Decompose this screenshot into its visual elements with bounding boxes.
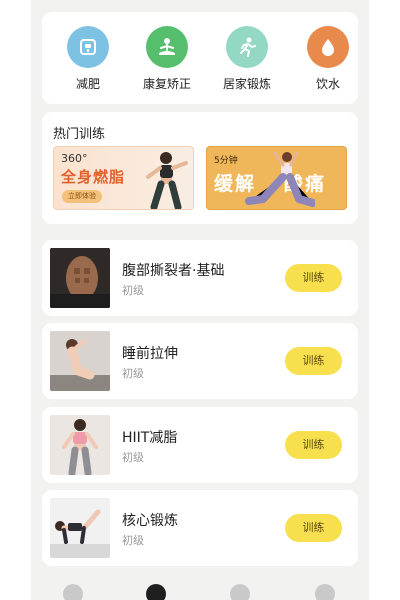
scale-icon (67, 26, 109, 68)
workout-level: 初级 (122, 534, 144, 547)
meditation-icon (146, 26, 188, 68)
category-home-workout[interactable]: 居家锻炼 (213, 26, 281, 92)
banner-full-body-fat-burn[interactable]: 360° 全身燃脂 立即体验 (53, 146, 194, 210)
banner-subtitle: 360° (61, 152, 88, 165)
workout-item[interactable]: 核心锻炼 初级 训练 (42, 490, 358, 566)
category-label: 减肥 (75, 77, 100, 91)
hot-training-card: 热门训练 360° 全身燃脂 立即体验 5分钟 缓解 酸痛 (42, 112, 358, 224)
train-button[interactable]: 训练 (285, 431, 342, 459)
workout-item[interactable]: 睡前拉伸 初级 训练 (42, 323, 358, 399)
workout-thumbnail (50, 498, 110, 558)
workout-name: 核心锻炼 (122, 513, 178, 529)
category-label: 康复矫正 (142, 77, 191, 91)
category-weight-loss[interactable]: 减肥 (54, 26, 122, 92)
workout-thumbnail (50, 331, 110, 391)
category-card: 减肥 康复矫正 居家锻炼 饮水 (42, 12, 358, 104)
banner-relieve-soreness[interactable]: 5分钟 缓解 酸痛 (206, 146, 347, 210)
running-icon (226, 26, 268, 68)
bottom-nav (31, 578, 369, 600)
banner-title: 全身燃脂 (61, 168, 126, 186)
banner-subtitle: 5分钟 (214, 156, 238, 166)
train-button[interactable]: 训练 (285, 514, 342, 542)
training-icon[interactable] (146, 584, 166, 600)
athlete-figure (146, 152, 188, 209)
home-icon[interactable] (63, 584, 83, 600)
workout-level: 初级 (122, 367, 144, 380)
profile-icon[interactable] (315, 584, 335, 600)
category-rehab[interactable]: 康复矫正 (133, 26, 201, 92)
section-title: 热门训练 (53, 127, 106, 142)
app-screen: 减肥 康复矫正 居家锻炼 饮水 热门训练 360° 全身燃脂 立即体验 5分钟 … (31, 0, 369, 600)
workout-level: 初级 (122, 451, 144, 464)
workout-thumbnail (50, 248, 110, 308)
workout-name: 腹部撕裂者·基础 (122, 263, 225, 279)
water-drop-icon (307, 26, 349, 68)
workout-thumbnail (50, 415, 110, 475)
workout-item[interactable]: 腹部撕裂者·基础 初级 训练 (42, 240, 358, 316)
workout-name: HIIT减脂 (122, 430, 178, 446)
location-icon[interactable] (230, 584, 250, 600)
stretching-figure (245, 151, 315, 207)
category-water[interactable]: 饮水 (294, 26, 362, 92)
train-button[interactable]: 训练 (285, 347, 342, 375)
train-button[interactable]: 训练 (285, 264, 342, 292)
category-label: 居家锻炼 (222, 77, 271, 91)
workout-item[interactable]: HIIT减脂 初级 训练 (42, 407, 358, 483)
category-label: 饮水 (315, 77, 340, 91)
workout-name: 睡前拉伸 (122, 346, 178, 362)
workout-level: 初级 (122, 284, 144, 297)
try-now-button[interactable]: 立即体验 (62, 190, 102, 203)
